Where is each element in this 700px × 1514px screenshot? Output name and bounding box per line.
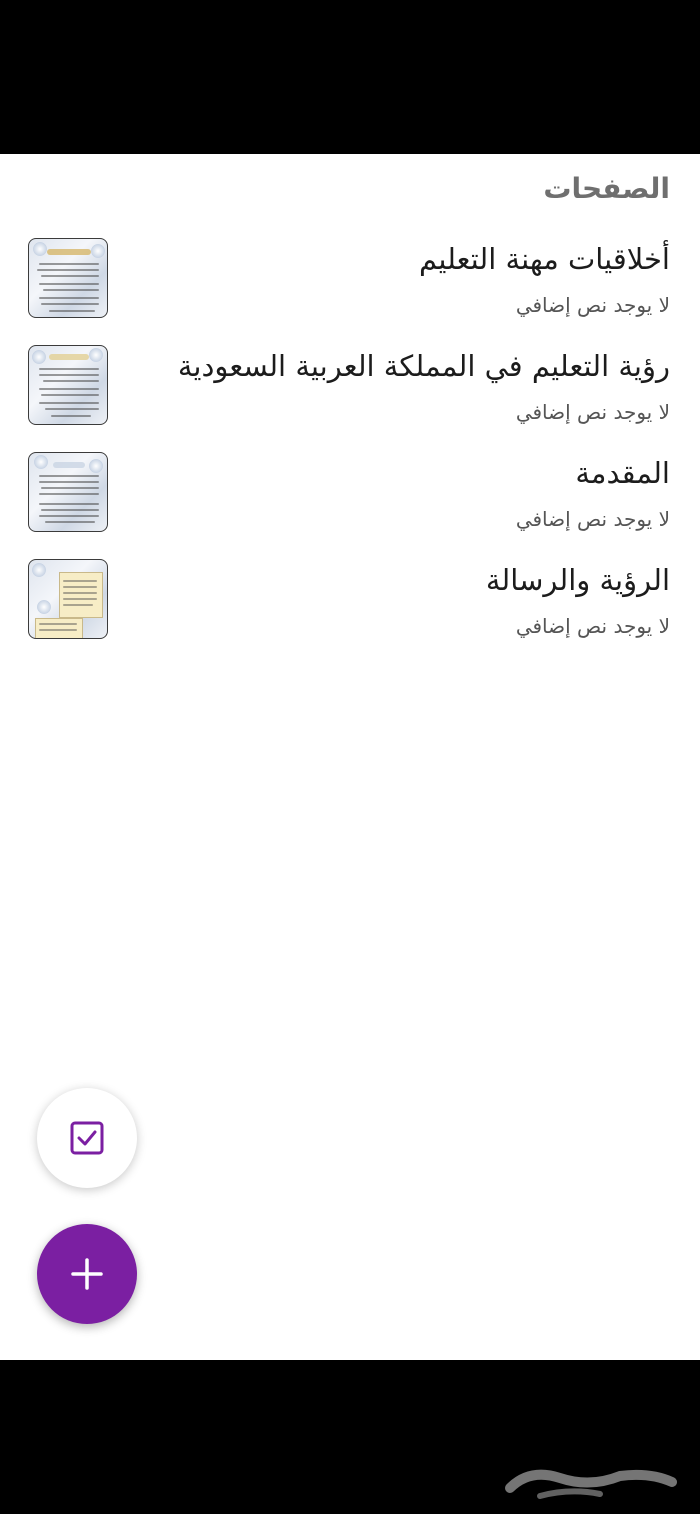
page-item-2[interactable]: رؤية التعليم في المملكة العربية السعودية… (0, 345, 700, 445)
page-subtitle: لا يوجد نص إضافي (515, 293, 670, 317)
page-subtitle: لا يوجد نص إضافي (515, 507, 670, 531)
page-item-1[interactable]: أخلاقيات مهنة التعليم لا يوجد نص إضافي (0, 238, 700, 338)
page-title: رؤية التعليم في المملكة العربية السعودية (177, 349, 670, 383)
page-title: المقدمة (575, 456, 670, 490)
page-subtitle: لا يوجد نص إضافي (515, 400, 670, 424)
page-item-3[interactable]: المقدمة لا يوجد نص إضافي (0, 452, 700, 552)
checkbox-icon (69, 1120, 105, 1156)
page-thumbnail (28, 238, 108, 318)
page-item-4[interactable]: الرؤية والرسالة لا يوجد نص إضافي (0, 559, 700, 659)
section-title: الصفحات (543, 172, 670, 205)
status-bar-area (0, 0, 700, 154)
page-thumbnail (28, 452, 108, 532)
page-title: أخلاقيات مهنة التعليم (419, 242, 670, 276)
watermark-logo (500, 1448, 680, 1508)
select-pages-button[interactable] (37, 1088, 137, 1188)
page-subtitle: لا يوجد نص إضافي (515, 614, 670, 638)
plus-icon (70, 1257, 104, 1291)
pages-screen: الصفحات أخلاقيات مهنة التعليم لا يوجد نص… (0, 154, 700, 1360)
add-page-button[interactable] (37, 1224, 137, 1324)
page-title: الرؤية والرسالة (485, 563, 670, 597)
page-thumbnail (28, 345, 108, 425)
page-thumbnail (28, 559, 108, 639)
